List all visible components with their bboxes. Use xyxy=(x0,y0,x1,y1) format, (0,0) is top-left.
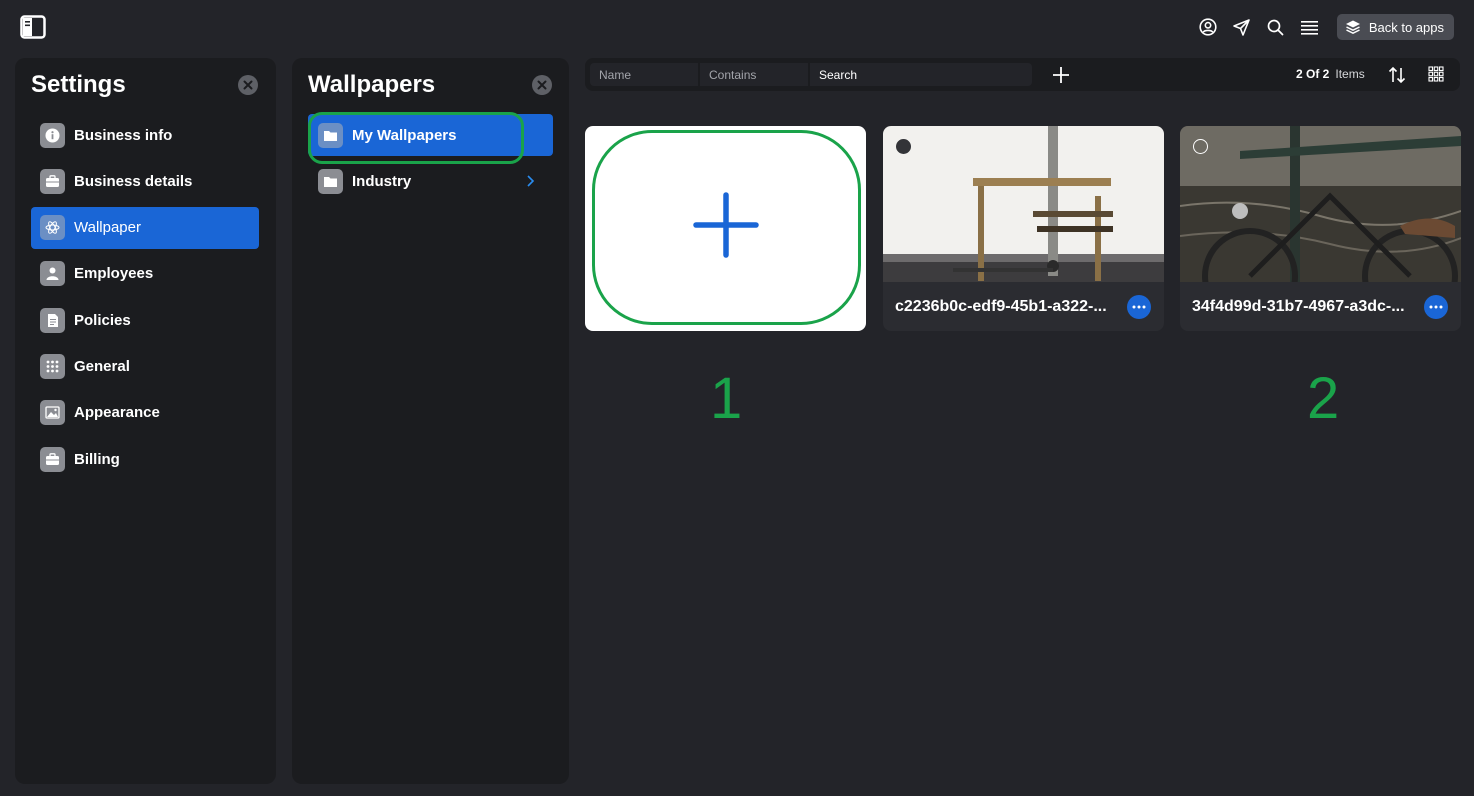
search-icon[interactable] xyxy=(1265,16,1287,38)
ellipsis-icon xyxy=(1132,305,1146,309)
settings-panel: Settings Business info Business details … xyxy=(15,58,276,784)
image-icon xyxy=(40,400,65,426)
sidebar-item-label: Billing xyxy=(74,450,120,468)
sidebar-item-business-details[interactable]: Business details xyxy=(31,160,259,202)
search-input[interactable]: Search xyxy=(810,63,1032,86)
folder-icon xyxy=(318,122,343,148)
close-icon xyxy=(537,80,547,90)
sidebar-item-billing[interactable]: Billing xyxy=(31,438,259,480)
wallpaper-card[interactable]: c2236b0c-edf9-45b1-a322-... xyxy=(883,126,1164,331)
folder-icon xyxy=(318,168,343,194)
settings-title: Settings xyxy=(31,71,126,98)
folder-list: My Wallpapers Industry xyxy=(308,112,553,206)
filter-bar: Name Contains Search 2 Of 2 Items xyxy=(585,58,1460,91)
name-filter-input[interactable]: Name xyxy=(590,63,698,86)
folder-item-industry[interactable]: Industry xyxy=(308,160,553,202)
sort-icon[interactable] xyxy=(1387,65,1407,85)
account-icon[interactable] xyxy=(1197,16,1219,38)
sidebar-item-label: Business details xyxy=(74,172,193,190)
plus-icon xyxy=(693,192,759,258)
sidebar-item-policies[interactable]: Policies xyxy=(31,299,259,341)
sidebar-item-label: General xyxy=(74,357,130,375)
send-icon[interactable] xyxy=(1231,16,1253,38)
select-toggle[interactable] xyxy=(1193,139,1208,154)
select-toggle[interactable] xyxy=(896,139,911,154)
sidebar-item-label: Appearance xyxy=(74,404,160,422)
sidebar-item-label: Employees xyxy=(74,265,154,283)
briefcase-icon xyxy=(40,168,65,194)
menu-icon[interactable] xyxy=(1299,16,1321,38)
wallpapers-panel: Wallpapers My Wallpapers Industry xyxy=(292,58,569,784)
sidebar-item-label: Policies xyxy=(74,311,131,329)
wallpaper-thumbnail xyxy=(1180,126,1461,282)
wallpaper-name: c2236b0c-edf9-45b1-a322-... xyxy=(895,298,1107,315)
sidebar-item-appearance[interactable]: Appearance xyxy=(31,392,259,434)
document-icon xyxy=(40,307,65,333)
more-options-button[interactable] xyxy=(1127,295,1151,319)
sidebar-item-general[interactable]: General xyxy=(31,345,259,387)
flower-icon xyxy=(40,215,65,241)
annotation-marker-2: 2 xyxy=(1307,366,1340,431)
folder-item-label: My Wallpapers xyxy=(352,126,457,144)
back-to-apps-button[interactable]: Back to apps xyxy=(1336,14,1454,40)
wallpapers-title: Wallpapers xyxy=(308,71,436,98)
sidebar-item-employees[interactable]: Employees xyxy=(31,253,259,295)
add-filter-icon[interactable] xyxy=(1051,65,1071,85)
grid-dots-icon xyxy=(40,353,65,379)
grid-view-icon[interactable] xyxy=(1428,66,1444,82)
briefcase-icon xyxy=(40,446,65,472)
chevron-right-icon xyxy=(527,175,535,187)
folder-item-label: Industry xyxy=(352,172,412,190)
item-count-value: 2 Of 2 xyxy=(1296,67,1330,81)
item-count: 2 Of 2 Items xyxy=(1296,67,1365,81)
close-icon xyxy=(243,80,253,90)
folder-item-my-wallpapers[interactable]: My Wallpapers xyxy=(308,112,553,164)
item-count-label: Items xyxy=(1335,67,1365,81)
wallpaper-card[interactable]: 34f4d99d-31b7-4967-a3dc-... xyxy=(1180,126,1461,331)
close-wallpapers-button[interactable] xyxy=(532,75,552,95)
wallpaper-name: 34f4d99d-31b7-4967-a3dc-... xyxy=(1192,298,1405,315)
contains-filter-select[interactable]: Contains xyxy=(700,63,808,86)
ellipsis-icon xyxy=(1429,305,1443,309)
annotation-marker-1: 1 xyxy=(710,366,743,431)
wallpaper-thumbnail xyxy=(883,126,1164,282)
person-icon xyxy=(40,261,65,287)
back-to-apps-label: Back to apps xyxy=(1368,19,1444,35)
info-icon xyxy=(40,122,65,148)
settings-nav: Business info Business details Wallpaper… xyxy=(31,114,259,484)
top-bar: Back to apps xyxy=(0,0,1474,56)
sidebar-item-label: Business info xyxy=(74,126,173,144)
sidebar-toggle-icon[interactable] xyxy=(20,15,46,39)
add-wallpaper-card[interactable] xyxy=(585,126,866,331)
sidebar-item-label: Wallpaper xyxy=(74,219,141,237)
sidebar-item-wallpaper[interactable]: Wallpaper xyxy=(31,206,259,249)
more-options-button[interactable] xyxy=(1424,295,1448,319)
sidebar-item-business-info[interactable]: Business info xyxy=(31,114,259,156)
layers-icon xyxy=(1345,20,1360,35)
close-settings-button[interactable] xyxy=(238,75,258,95)
